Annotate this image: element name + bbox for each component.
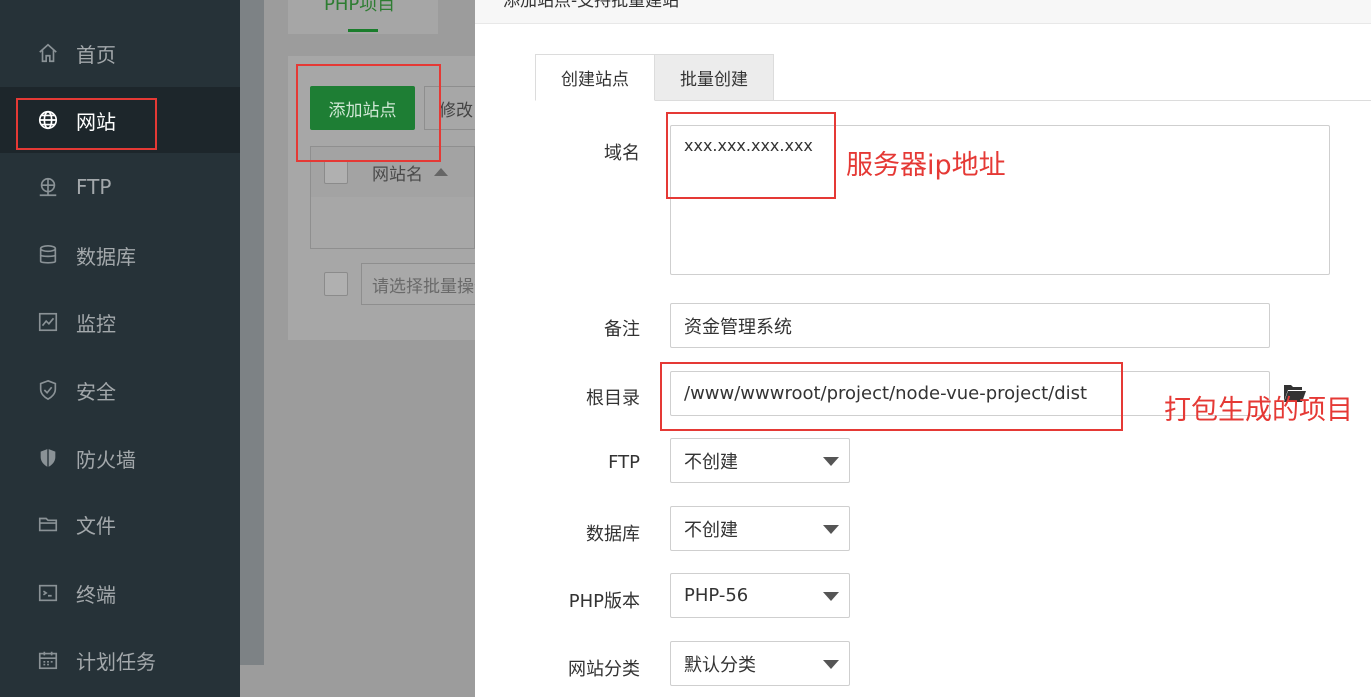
background-tab-label: PHP项目: [324, 0, 396, 15]
calendar-icon: [36, 648, 60, 672]
annotation-box-website: [16, 98, 157, 150]
root-dir-label: 根目录: [586, 388, 640, 409]
sidebar-item-firewall[interactable]: 防火墙: [0, 425, 240, 491]
ftp-label: FTP: [608, 452, 640, 473]
annotation-build-output: 打包生成的项目: [1164, 395, 1353, 426]
category-label: 网站分类: [568, 659, 640, 680]
database-icon: [36, 243, 60, 267]
background-tab-php[interactable]: PHP项目: [288, 0, 438, 34]
annotation-box-add-site: [296, 64, 441, 162]
php-version-select[interactable]: PHP-56: [670, 573, 850, 618]
tab-batch-create[interactable]: 批量创建: [654, 54, 774, 101]
column-header-site-name[interactable]: 网站名: [372, 160, 423, 185]
sidebar-item-label: 数据库: [76, 244, 136, 269]
database-select-value: 不创建: [684, 519, 738, 541]
shield-icon: [36, 378, 60, 402]
sidebar-item-label: 首页: [76, 42, 116, 67]
sidebar-item-monitor[interactable]: 监控: [0, 289, 240, 355]
ftp-icon: [36, 175, 60, 199]
annotation-server-ip: 服务器ip地址: [846, 150, 1006, 181]
sidebar-item-files[interactable]: 文件: [0, 491, 240, 557]
annotation-box-domain: [666, 112, 836, 199]
chevron-down-icon: [823, 525, 839, 534]
firewall-icon: [36, 446, 60, 470]
sort-asc-icon[interactable]: [434, 168, 448, 176]
sidebar-item-label: 文件: [76, 513, 116, 538]
sidebar-item-label: 监控: [76, 311, 116, 336]
tab-create-site[interactable]: 创建站点: [535, 54, 655, 101]
domain-label: 域名: [604, 143, 640, 164]
modal-header: 添加站点-支持批量建站: [475, 0, 1371, 24]
sidebar-item-label: 计划任务: [76, 649, 156, 674]
background-scroll-strip: [240, 0, 264, 665]
sidebar-item-database[interactable]: 数据库: [0, 222, 240, 288]
select-all-checkbox[interactable]: [324, 160, 348, 184]
batch-checkbox[interactable]: [324, 272, 348, 296]
category-select-value: 默认分类: [684, 654, 756, 676]
add-site-modal: 添加站点-支持批量建站 创建站点 批量创建 域名 xxx.xxx.xxx.xxx…: [475, 0, 1371, 697]
ftp-select[interactable]: 不创建: [670, 438, 850, 483]
table-row: [310, 197, 475, 249]
monitor-icon: [36, 310, 60, 334]
php-version-label: PHP版本: [568, 591, 640, 612]
sidebar-item-label: 安全: [76, 379, 116, 404]
sidebar-item-home[interactable]: 首页: [0, 20, 240, 86]
sidebar-item-label: 防火墙: [76, 447, 136, 472]
sidebar-item-label: FTP: [76, 175, 112, 199]
ftp-select-value: 不创建: [684, 451, 738, 473]
category-select[interactable]: 默认分类: [670, 641, 850, 686]
database-label: 数据库: [586, 524, 640, 545]
sidebar-item-security[interactable]: 安全: [0, 357, 240, 423]
active-tab-underline: [348, 29, 378, 32]
annotation-box-root-dir: [660, 362, 1123, 431]
sidebar-item-ftp[interactable]: FTP: [0, 154, 240, 220]
database-select[interactable]: 不创建: [670, 506, 850, 551]
folder-icon: [36, 512, 60, 536]
modal-title: 添加站点-支持批量建站: [503, 0, 680, 11]
terminal-icon: [36, 581, 60, 605]
remark-input[interactable]: 资金管理系统: [670, 303, 1270, 348]
batch-action-select[interactable]: 请选择批量操作: [361, 263, 475, 305]
remark-label: 备注: [604, 319, 640, 340]
sidebar-item-terminal[interactable]: 终端: [0, 560, 240, 626]
chevron-down-icon: [823, 457, 839, 466]
sidebar-item-label: 终端: [76, 582, 116, 607]
php-version-select-value: PHP-56: [684, 585, 749, 606]
sidebar-item-cron[interactable]: 计划任务: [0, 627, 240, 693]
home-icon: [36, 41, 60, 65]
chevron-down-icon: [823, 660, 839, 669]
chevron-down-icon: [823, 592, 839, 601]
